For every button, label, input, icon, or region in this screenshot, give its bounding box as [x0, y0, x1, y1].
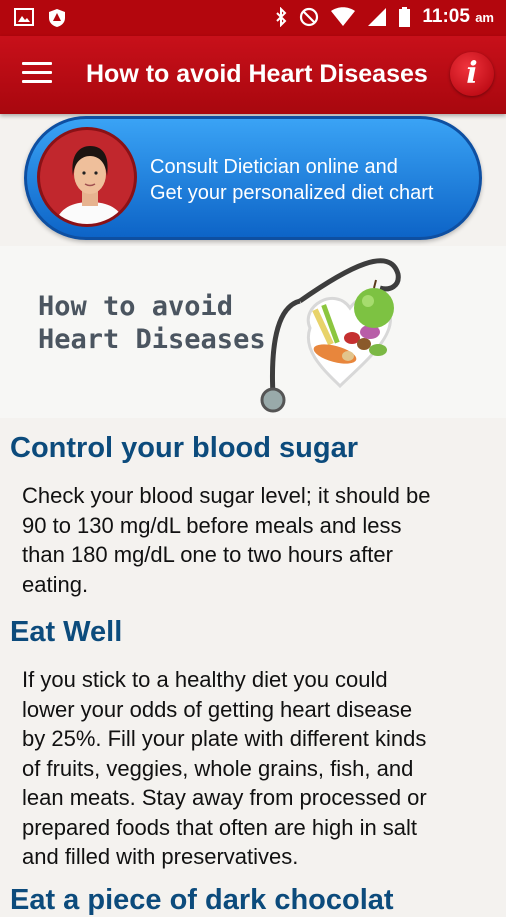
consult-text: Consult Dietician online and Get your pe…	[150, 154, 434, 206]
avatar	[37, 127, 137, 227]
battery-icon	[399, 7, 411, 27]
stethoscope-heart-bowl-icon	[260, 258, 401, 413]
consult-line-1: Consult Dietician online and	[150, 156, 398, 178]
shield-icon	[49, 9, 65, 27]
info-icon[interactable]: i	[450, 52, 494, 96]
hero-image: How to avoid Heart Diseases	[0, 246, 506, 418]
consult-dietician-banner[interactable]: Consult Dietician online and Get your pe…	[24, 116, 482, 240]
consult-line-2: Get your personalized diet chart	[150, 182, 434, 204]
section-heading-blood-sugar: Control your blood sugar	[10, 432, 358, 464]
section-heading-dark-chocolate: Eat a piece of dark chocolat	[10, 884, 394, 916]
menu-icon[interactable]	[22, 62, 52, 88]
status-bar: 11:05 am	[0, 0, 506, 36]
section-text-eat-well: If you stick to a healthy diet you could…	[22, 667, 427, 869]
app-bar: How to avoid Heart Diseases i	[0, 36, 506, 114]
clock: 11:05 am	[422, 6, 494, 27]
section-heading-eat-well: Eat Well	[10, 616, 123, 648]
bluetooth-icon	[276, 7, 287, 27]
hero-title: How to avoid Heart Diseases	[38, 291, 266, 355]
image-icon	[14, 8, 34, 26]
wifi-icon	[331, 7, 356, 26]
page-title: How to avoid Heart Diseases	[86, 60, 428, 88]
do-not-disturb-icon	[300, 7, 319, 27]
section-text-blood-sugar: Check your blood sugar level; it should …	[22, 483, 431, 597]
signal-icon	[368, 8, 387, 26]
